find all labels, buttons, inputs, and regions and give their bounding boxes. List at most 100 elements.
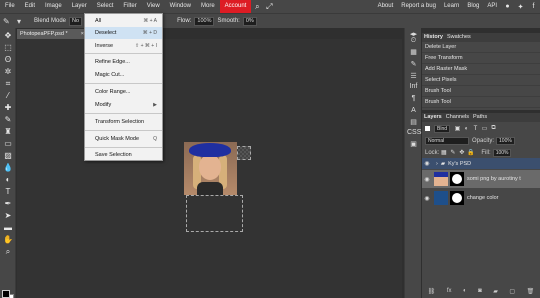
menu-select[interactable]: Select (92, 0, 119, 13)
character-panel-icon[interactable]: A (407, 106, 420, 116)
menu-view[interactable]: View (142, 0, 165, 13)
gradient-tool-icon[interactable]: ▨ (1, 150, 15, 161)
reddit-icon[interactable]: ● (501, 0, 514, 13)
clone-stamp-tool-icon[interactable]: ♜ (1, 126, 15, 137)
image-filter-icon[interactable]: ▣ (453, 125, 462, 132)
document-tab[interactable]: PhotopeaPFP.psd * × (17, 29, 87, 39)
lasso-tool-icon[interactable]: ʘ (1, 54, 15, 65)
history-item[interactable]: Delete Layer (422, 42, 540, 53)
filter-checkbox[interactable] (425, 126, 430, 131)
marquee-tool-icon[interactable]: ⬚ (1, 42, 15, 53)
menu-item-color-range[interactable]: Color Range... (85, 86, 162, 98)
brush-tool-icon[interactable]: ✎ (3, 17, 17, 26)
brush-dropdown-icon[interactable]: ▾ (17, 17, 31, 26)
history-panel-icon[interactable]: ⏲ (407, 36, 420, 46)
facebook-icon[interactable]: f (527, 0, 540, 13)
menu-item-magic-cut[interactable]: Magic Cut... (85, 69, 162, 81)
menu-item-modify[interactable]: Modify ▶ (85, 99, 162, 111)
hand-tool-icon[interactable]: ✋ (1, 234, 15, 245)
magic-wand-tool-icon[interactable]: ✲ (1, 66, 15, 77)
paragraph-panel-icon[interactable]: ¶ (407, 94, 420, 104)
type-filter-icon[interactable]: T (471, 126, 480, 132)
menu-item-quick-mask[interactable]: Quick Mask Mode Q (85, 133, 162, 145)
delete-layer-icon[interactable]: 🗑 (527, 288, 535, 295)
new-layer-icon[interactable]: ▢ (509, 288, 515, 295)
actions-panel-icon[interactable]: ▤ (407, 118, 420, 128)
smart-filter-icon[interactable]: ⧉ (489, 125, 498, 132)
dodge-tool-icon[interactable]: ◐ (1, 174, 15, 185)
lock-all-icon[interactable]: 🔒 (466, 149, 475, 156)
visibility-eye-icon[interactable]: ◉ (422, 160, 432, 167)
image-panel-icon[interactable]: ▣ (407, 140, 420, 150)
history-item[interactable]: Add Raster Mask (422, 64, 540, 75)
shape-tool-icon[interactable]: ▬ (1, 222, 15, 233)
link-layers-icon[interactable]: ⛓ (428, 288, 436, 295)
history-item[interactable]: Free Transform (422, 53, 540, 64)
menu-file[interactable]: File (0, 0, 20, 13)
menu-item-deselect[interactable]: Deselect ⌘ + D (85, 27, 162, 39)
layer-row-fill[interactable]: ◉ change color (422, 189, 540, 207)
menu-window[interactable]: Window (165, 0, 196, 13)
layer-row-image[interactable]: ◉ somi png by aurotiny t (422, 170, 540, 188)
lock-position-icon[interactable]: ✥ (457, 149, 466, 156)
filter-select[interactable]: Blnd (434, 124, 451, 133)
tab-swatches[interactable]: Swatches (445, 33, 473, 42)
history-item[interactable]: Select Pixels (422, 75, 540, 86)
adjust-panel-icon[interactable]: ☰ (407, 72, 420, 82)
adjust-filter-icon[interactable]: ◐ (462, 126, 471, 132)
menu-item-transform-selection[interactable]: Transform Selection (85, 116, 162, 128)
brush-panel-icon[interactable]: ✎ (407, 60, 420, 70)
visibility-eye-icon[interactable]: ◉ (422, 176, 432, 183)
flow-input[interactable]: 100% (194, 16, 215, 26)
visibility-eye-icon[interactable]: ◉ (422, 195, 432, 202)
menu-more[interactable]: More (196, 0, 220, 13)
canvas-photo[interactable] (184, 142, 237, 195)
adjustment-icon[interactable]: ◐ (463, 288, 467, 295)
tab-channels[interactable]: Channels (444, 113, 471, 122)
menu-account[interactable]: Account (219, 0, 252, 13)
tab-layers[interactable]: Layers (422, 113, 444, 122)
zoom-tool-icon[interactable]: ⌕ (1, 246, 15, 257)
brush-tool-icon[interactable]: ✎ (1, 114, 15, 125)
eraser-tool-icon[interactable]: ▭ (1, 138, 15, 149)
blur-tool-icon[interactable]: 💧 (1, 162, 15, 173)
foreground-color-swatch[interactable] (2, 290, 10, 298)
smooth-input[interactable]: 0% (242, 16, 257, 26)
type-tool-icon[interactable]: T (1, 186, 15, 197)
menu-edit[interactable]: Edit (20, 0, 40, 13)
link-blog[interactable]: Blog (463, 0, 483, 13)
blend-mode-select[interactable]: No (69, 16, 83, 26)
shape-filter-icon[interactable]: ▭ (480, 125, 489, 132)
chevron-right-icon[interactable]: › (436, 161, 438, 167)
layer-mask-thumbnail[interactable] (450, 172, 464, 186)
opacity-input[interactable]: 100% (496, 136, 515, 145)
css-panel-icon[interactable]: CSS (407, 128, 421, 138)
swatches-panel-icon[interactable]: ▦ (407, 48, 420, 58)
menu-item-refine-edge[interactable]: Refine Edge... (85, 56, 162, 68)
history-item[interactable]: Brush Tool (422, 86, 540, 97)
link-report-bug[interactable]: Report a bug (397, 0, 440, 13)
menu-filter[interactable]: Filter (118, 0, 141, 13)
menu-item-all[interactable]: All ⌘ + A (85, 15, 162, 27)
layer-blend-select[interactable]: Normal (425, 136, 469, 145)
layer-mask-thumbnail[interactable] (450, 191, 464, 205)
path-select-tool-icon[interactable]: ➤ (1, 210, 15, 221)
info-panel-icon[interactable]: Inf (407, 82, 420, 92)
new-folder-icon[interactable]: ▰ (493, 288, 498, 295)
healing-tool-icon[interactable]: ✚ (1, 102, 15, 113)
twitter-icon[interactable]: ✦ (514, 0, 527, 13)
layer-row-group[interactable]: ◉ › ▰ Ky's PSD (422, 158, 540, 169)
history-item[interactable]: Brush Tool (422, 97, 540, 108)
tab-history[interactable]: History (422, 33, 445, 42)
fill-input[interactable]: 100% (492, 148, 512, 157)
pen-tool-icon[interactable]: ✒ (1, 198, 15, 209)
menu-layer[interactable]: Layer (67, 0, 92, 13)
fullscreen-icon[interactable]: ⤢ (263, 0, 275, 13)
menu-item-save-selection[interactable]: Save Selection (85, 149, 162, 161)
tab-paths[interactable]: Paths (471, 113, 489, 122)
lock-pixels-icon[interactable]: ✎ (448, 149, 457, 156)
move-tool-icon[interactable]: ✥ (1, 30, 15, 41)
eyedropper-tool-icon[interactable]: ⁄ (1, 90, 15, 101)
menu-item-inverse[interactable]: Inverse ⇧ + ⌘ + I (85, 40, 162, 52)
link-about[interactable]: About (374, 0, 398, 13)
